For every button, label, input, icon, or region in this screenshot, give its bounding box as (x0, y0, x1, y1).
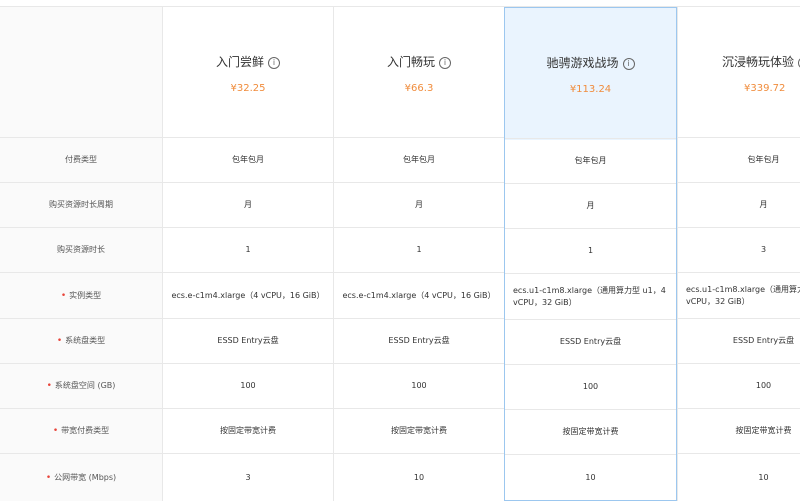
plan-cell: 1 (334, 228, 504, 273)
plan-comparison-table: 付费类型 购买资源时长周期 购买资源时长 • 实例类型 • 系统盘类型 • 系统盘空间… (0, 6, 800, 501)
row-label-text: 公网带宽 (Mbps) (54, 472, 117, 482)
plan-cell: 包年包月 (334, 138, 504, 183)
required-mark: • (52, 426, 59, 436)
info-icon[interactable]: i (622, 58, 635, 70)
required-mark: • (60, 290, 67, 301)
required-mark: • (56, 336, 63, 346)
plan-name: 驰骋游戏战场 i (505, 54, 676, 71)
plan-name: 入门畅玩 i (334, 53, 504, 70)
plan-cell: 100 (505, 365, 676, 410)
plan-cell: ESSD Entry云盘 (505, 320, 676, 365)
plan-cell: 按固定带宽计费 (678, 409, 800, 454)
plan-column-1[interactable]: 入门畅玩 i ¥66.3 包年包月 月 1 ecs.e-c1m4.xlarge（4… (333, 7, 504, 501)
row-label-text: 系统盘类型 (65, 336, 106, 345)
plan-header[interactable]: 沉浸畅玩体验i ¥339.72 (678, 7, 800, 138)
row-label: • 系统盘类型 (0, 319, 162, 364)
plan-cell: ESSD Entry云盘 (163, 319, 333, 364)
row-label-text: 实例类型 (69, 290, 102, 300)
plan-cell: 3 (678, 228, 800, 273)
plan-cell: 100 (678, 364, 800, 409)
row-label-text: 系统盘空间 (GB) (54, 381, 116, 390)
plan-header[interactable]: 入门畅玩 i ¥66.3 (334, 7, 504, 138)
plan-cell: ecs.u1-c1m8.xlarge（通用算力型 u1，4 vCPU，32 Gi… (505, 274, 676, 320)
plan-cell: ecs.u1-c1m8.xlarge（通用算力型 u1，4 vCPU，32 Gi… (678, 273, 800, 319)
row-label-column: 付费类型 购买资源时长周期 购买资源时长 • 实例类型 • 系统盘类型 • 系统盘空间… (0, 7, 162, 501)
plan-name: 沉浸畅玩体验i (722, 53, 800, 70)
row-label: 购买资源时长 (0, 228, 162, 273)
row-label: 购买资源时长周期 (0, 183, 162, 228)
row-label-text: 购买资源时长周期 (49, 200, 113, 209)
plan-cell: 包年包月 (505, 139, 676, 184)
plan-column-3-inner: 沉浸畅玩体验i ¥339.72 包年包月 月 3 ecs.u1-c1m8.xla… (678, 7, 800, 501)
plan-cell: 按固定带宽计费 (163, 409, 333, 454)
required-mark: • (46, 381, 52, 391)
plan-column-3[interactable]: 沉浸畅玩体验i ¥339.72 包年包月 月 3 ecs.u1-c1m8.xla… (677, 7, 800, 501)
plan-cell: 包年包月 (678, 138, 800, 183)
row-label: 付费类型 (0, 138, 162, 183)
row-label: • 带宽付费类型 (0, 409, 162, 454)
plan-cell: 按固定带宽计费 (505, 410, 676, 455)
row-label-text: 购买资源时长 (57, 245, 105, 254)
plan-cell: 月 (678, 183, 800, 228)
plan-cell: 10 (413, 472, 425, 482)
plan-cell: 包年包月 (163, 138, 333, 183)
plan-cell: ESSD Entry云盘 (678, 319, 800, 364)
required-mark: • (45, 472, 52, 483)
row-label-text: 带宽付费类型 (61, 426, 110, 435)
plan-cell: 月 (163, 183, 333, 228)
plan-cell: 1 (163, 228, 333, 273)
plan-cell: 按固定带宽计费 (334, 409, 504, 454)
plan-price: ¥339.72 (744, 83, 786, 94)
plan-cell: 月 (334, 183, 504, 228)
plan-price: ¥66.3 (404, 83, 434, 94)
row-label-text: 付费类型 (65, 155, 97, 164)
plan-name: 入门尝鲜 i (163, 53, 333, 70)
info-icon[interactable]: i (439, 57, 451, 69)
label-header-cell (0, 7, 162, 138)
row-label: • 公网带宽 (Mbps) (0, 454, 162, 501)
plan-cell: 3 (245, 472, 251, 482)
plan-column-2-selected[interactable]: 驰骋游戏战场 i ¥113.24 包年包月 月 1 ecs.u1-c1m8.xla… (504, 7, 677, 501)
plan-cell: ecs.e-c1m4.xlarge（4 vCPU，16 GiB） (163, 273, 333, 319)
plan-cell: 10 (758, 472, 769, 482)
plan-header[interactable]: 驰骋游戏战场 i ¥113.24 (505, 8, 676, 139)
plan-cell: 1 (505, 229, 676, 274)
plan-cell: 10 (585, 472, 596, 482)
plan-cell: ESSD Entry云盘 (334, 319, 504, 364)
plan-cell: 月 (505, 184, 676, 229)
row-label: • 系统盘空间 (GB) (0, 364, 162, 409)
info-icon[interactable]: i (268, 57, 280, 69)
plan-price: ¥113.24 (569, 84, 612, 95)
plan-cell: ecs.e-c1m4.xlarge（4 vCPU，16 GiB） (334, 273, 504, 319)
plan-price: ¥32.25 (230, 83, 266, 94)
plan-cell: 100 (163, 364, 333, 409)
plan-cell: 100 (334, 364, 504, 409)
row-label: • 实例类型 (0, 273, 162, 319)
plan-header[interactable]: 入门尝鲜 i ¥32.25 (163, 7, 333, 138)
plan-column-0[interactable]: 入门尝鲜 i ¥32.25 包年包月 月 1 ecs.e-c1m4.xlarge（… (162, 7, 333, 501)
